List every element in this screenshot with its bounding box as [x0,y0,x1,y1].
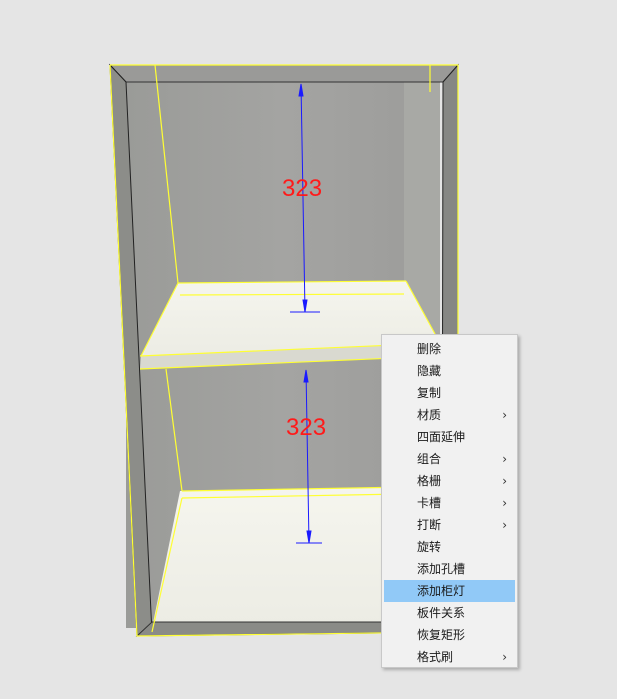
menu-item[interactable]: 添加柜灯 [384,580,515,602]
context-menu[interactable]: 删除隐藏复制材质 › 四面延伸组合 › 格栅 › 卡槽 › 打断 › 旋转添加孔槽添加柜灯板件关系恢… [381,334,518,668]
menu-item-label: 复制 [417,386,442,400]
menu-item-label: 板件关系 [417,606,466,620]
menu-item[interactable]: 旋转 [384,536,515,558]
menu-item[interactable]: 四面延伸 [384,426,515,448]
menu-item-label: 旋转 [417,540,442,554]
submenu-arrow-icon: › [502,408,507,422]
submenu-arrow-icon: › [502,518,507,532]
menu-item[interactable]: 格栅 › [384,470,515,492]
menu-item-label: 组合 [417,452,442,466]
menu-item[interactable]: 隐藏 [384,360,515,382]
menu-item-label: 格式刷 [417,650,454,664]
menu-item-label: 卡槽 [417,496,442,510]
menu-item-label: 材质 [417,408,442,422]
menu-item-label: 打断 [417,518,442,532]
menu-item[interactable]: 删除 [384,338,515,360]
menu-item[interactable]: 格式刷 › [384,646,515,668]
menu-item[interactable]: 板件关系 [384,602,515,624]
menu-item-label: 恢复矩形 [417,628,466,642]
lower-dimension-label: 323 [286,414,326,441]
menu-item[interactable]: 材质 › [384,404,515,426]
menu-item-label: 四面延伸 [417,430,466,444]
3d-viewport[interactable]: 323 323 [0,0,617,695]
menu-item[interactable]: 恢复矩形 [384,624,515,646]
menu-item[interactable]: 卡槽 › [384,492,515,514]
menu-item[interactable]: 打断 › [384,514,515,536]
submenu-arrow-icon: › [502,650,507,664]
submenu-arrow-icon: › [502,452,507,466]
cabinet-top-panel[interactable] [108,64,460,83]
menu-item[interactable]: 添加孔槽 [384,558,515,580]
menu-item-label: 删除 [417,342,442,356]
menu-item[interactable]: 复制 [384,382,515,404]
context-menu-items: 删除隐藏复制材质 › 四面延伸组合 › 格栅 › 卡槽 › 打断 › 旋转添加孔槽添加柜灯板件关系恢… [382,338,517,668]
menu-item-label: 隐藏 [417,364,442,378]
menu-item[interactable]: 组合 › [384,448,515,470]
menu-item-label: 添加柜灯 [417,584,466,598]
menu-item-label: 格栅 [417,474,442,488]
menu-item-label: 添加孔槽 [417,562,466,576]
upper-dimension-label: 323 [282,175,322,202]
submenu-arrow-icon: › [502,496,507,510]
submenu-arrow-icon: › [502,474,507,488]
cabinet-scene[interactable]: 323 323 [0,0,617,695]
